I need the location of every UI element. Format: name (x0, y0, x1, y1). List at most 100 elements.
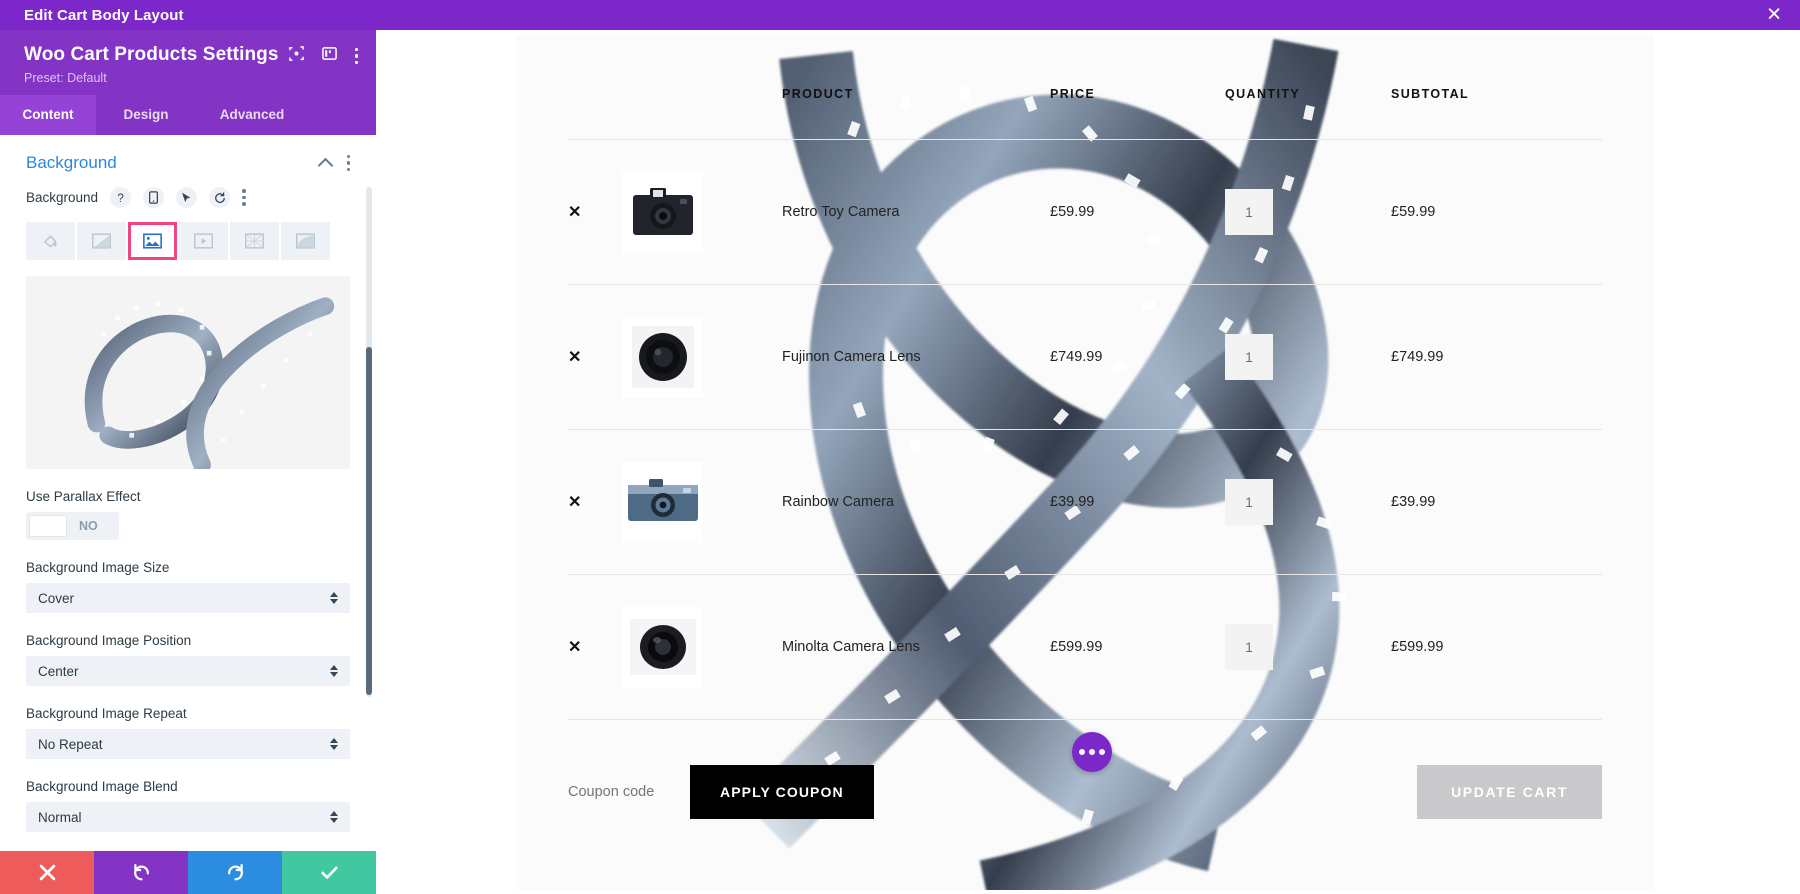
quantity-input[interactable]: 1 (1225, 624, 1273, 670)
preview-canvas: PRODUCT PRICE QUANTITY SUBTOTAL ✕ Retro … (376, 30, 1800, 894)
cell-subtotal: £599.99 (1391, 574, 1602, 720)
focus-icon[interactable] (288, 46, 304, 66)
redo-button[interactable] (188, 851, 282, 894)
panel-header: Woo Cart Products Settings Preset: Defau… (0, 30, 376, 95)
cell-price: £749.99 (1050, 284, 1225, 430)
parallax-toggle[interactable]: NO (26, 512, 119, 540)
cell-quantity: 1 (1225, 574, 1391, 720)
cart-table-header-row: PRODUCT PRICE QUANTITY SUBTOTAL (568, 87, 1602, 140)
cell-product-name[interactable]: Retro Toy Camera (782, 139, 1050, 285)
cell-thumbnail (622, 429, 782, 575)
cell-quantity: 1 (1225, 284, 1391, 430)
chevron-updown-icon (330, 738, 338, 750)
toggle-knob (29, 515, 67, 537)
header-thumbnail (622, 87, 782, 140)
panel-footer (0, 851, 376, 894)
quantity-input[interactable]: 1 (1225, 479, 1273, 525)
rainbow-camera-thumb[interactable] (622, 461, 703, 543)
bg-image-position-select[interactable]: Center (26, 656, 350, 686)
background-image-preview[interactable] (26, 276, 350, 469)
background-color-icon[interactable] (26, 222, 75, 260)
mobile-icon[interactable] (143, 187, 165, 208)
remove-item-button[interactable]: ✕ (568, 494, 581, 511)
panel-scrollbar-thumb[interactable] (366, 347, 372, 695)
remove-item-button[interactable]: ✕ (568, 204, 581, 221)
module-options-fab[interactable] (1072, 732, 1112, 772)
top-bar: Edit Cart Body Layout ✕ (0, 0, 1800, 30)
reset-icon[interactable] (209, 187, 231, 208)
background-gradient-icon[interactable] (77, 222, 126, 260)
cell-product-name[interactable]: Rainbow Camera (782, 429, 1050, 575)
remove-item-button[interactable]: ✕ (568, 349, 581, 366)
background-field-row: Background ? (0, 187, 376, 208)
quantity-input[interactable]: 1 (1225, 334, 1273, 380)
tab-design[interactable]: Design (96, 95, 196, 135)
bg-image-repeat-select[interactable]: No Repeat (26, 729, 350, 759)
bg-image-repeat-label: Background Image Repeat (26, 706, 187, 721)
remove-item-button[interactable]: ✕ (568, 639, 581, 656)
cart-body-module: PRODUCT PRICE QUANTITY SUBTOTAL ✕ Retro … (516, 35, 1654, 890)
quantity-input[interactable]: 1 (1225, 189, 1273, 235)
header-subtotal: SUBTOTAL (1391, 87, 1470, 101)
minolta-camera-lens-thumb[interactable] (622, 606, 703, 688)
cell-subtotal: £39.99 (1391, 429, 1602, 575)
background-video-icon[interactable] (179, 222, 228, 260)
panel-menu-icon[interactable] (354, 47, 358, 65)
parallax-label: Use Parallax Effect (26, 489, 141, 504)
bg-image-size-wrap: Cover (0, 583, 376, 613)
bg-image-size-select[interactable]: Cover (26, 583, 350, 613)
discard-button[interactable] (0, 851, 94, 894)
section-menu-icon[interactable] (346, 154, 350, 172)
cell-remove: ✕ (568, 139, 622, 285)
save-button[interactable] (282, 851, 376, 894)
chevron-up-icon[interactable] (317, 157, 333, 173)
update-cart-cell: UPDATE CART (1050, 719, 1602, 865)
table-row: ✕ Retro Toy Camera £59.99 1 £59.99 (568, 139, 1602, 285)
background-pattern-icon[interactable] (230, 222, 279, 260)
bg-image-repeat-wrap: No Repeat (0, 729, 376, 759)
cell-price: £59.99 (1050, 139, 1225, 285)
background-field-menu-icon[interactable] (242, 189, 246, 206)
cell-product-name[interactable]: Minolta Camera Lens (782, 574, 1050, 720)
cell-subtotal: £749.99 (1391, 284, 1602, 430)
fujinon-camera-lens-thumb[interactable] (622, 316, 703, 398)
background-mask-icon[interactable] (281, 222, 330, 260)
cell-thumbnail (622, 284, 782, 430)
top-bar-title: Edit Cart Body Layout (24, 6, 184, 24)
layout-panel-icon[interactable] (321, 46, 337, 66)
help-icon[interactable]: ? (110, 187, 132, 208)
header-price: PRICE (1050, 87, 1096, 101)
update-cart-button[interactable]: UPDATE CART (1417, 765, 1602, 820)
background-image-icon[interactable] (128, 222, 177, 260)
header-product: PRODUCT (782, 87, 854, 101)
bg-image-blend-label: Background Image Blend (26, 779, 178, 794)
section-title: Background (26, 153, 117, 172)
bg-image-repeat-value: No Repeat (38, 736, 103, 752)
table-row: ✕ Rainbow Camera £39.99 1 £39.99 (568, 429, 1602, 575)
background-type-selector (0, 222, 376, 260)
cell-thumbnail (622, 574, 782, 720)
undo-button[interactable] (94, 851, 188, 894)
coupon-input[interactable] (568, 784, 674, 801)
panel-scrollbar[interactable] (366, 187, 372, 697)
tab-content[interactable]: Content (0, 95, 96, 135)
bg-image-blend-value: Normal (38, 809, 82, 825)
panel-body: Background Background ? Use Parallax Eff… (0, 135, 376, 851)
retro-toy-camera-thumb[interactable] (622, 171, 703, 253)
bg-image-blend-select[interactable]: Normal (26, 802, 350, 832)
bg-image-blend-wrap: Normal (0, 802, 376, 832)
bg-image-position-wrap: Center (0, 656, 376, 686)
close-icon[interactable]: ✕ (1766, 5, 1782, 25)
bg-image-size-label: Background Image Size (26, 560, 170, 575)
background-section-header: Background (0, 135, 376, 187)
cell-product-name[interactable]: Fujinon Camera Lens (782, 284, 1050, 430)
background-field-label: Background (26, 190, 99, 205)
cursor-icon[interactable] (176, 187, 198, 208)
cell-remove: ✕ (568, 429, 622, 575)
tab-advanced[interactable]: Advanced (196, 95, 308, 135)
apply-coupon-button[interactable]: APPLY COUPON (690, 765, 874, 820)
cell-subtotal: £59.99 (1391, 139, 1602, 285)
preset-selector[interactable]: Preset: Default (24, 71, 354, 85)
coupon-cell: APPLY COUPON (568, 719, 1050, 865)
header-quantity: QUANTITY (1225, 87, 1301, 101)
